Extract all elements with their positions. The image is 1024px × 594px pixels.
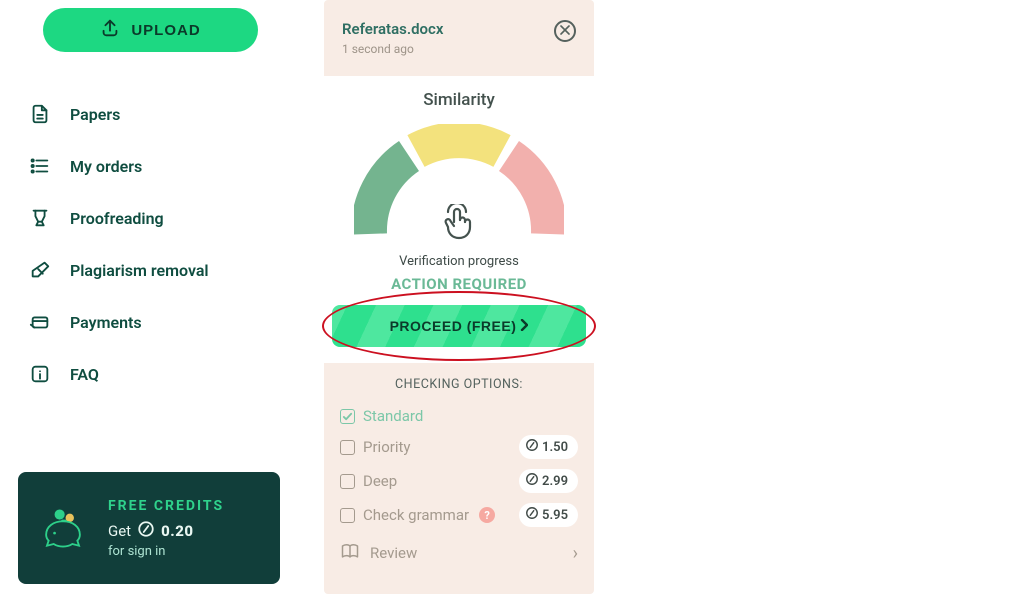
similarity-gauge [354, 124, 564, 240]
sidebar-item-label: FAQ [70, 365, 99, 384]
card-body: Similarity Verification progress ACTION … [324, 76, 594, 363]
free-credits-text: FREE CREDITS Get 0.20 for sign in [108, 498, 224, 559]
sidebar: UPLOAD Papers My orders [0, 0, 300, 594]
price-pill: 2.99 [519, 469, 578, 493]
coin-icon [525, 438, 539, 456]
card-header: Referatas.docx 1 second ago [324, 4, 594, 64]
free-credits-title: FREE CREDITS [108, 498, 224, 514]
option-label: Priority [363, 438, 410, 456]
option-label: Deep [363, 472, 397, 490]
proceed-label: PROCEED (FREE) [390, 318, 517, 334]
checkbox-icon [340, 440, 355, 455]
similarity-title: Similarity [324, 90, 594, 110]
info-icon [28, 362, 52, 386]
action-required-label: ACTION REQUIRED [324, 275, 594, 293]
sidebar-item-plagiarism-removal[interactable]: Plagiarism removal [24, 248, 282, 292]
list-icon [28, 154, 52, 178]
book-icon [340, 542, 360, 564]
upload-label: UPLOAD [131, 22, 200, 39]
price-pill: 5.95 [519, 503, 578, 527]
review-row[interactable]: Review › [340, 532, 578, 574]
help-icon[interactable]: ? [479, 507, 495, 523]
price-value: 5.95 [542, 508, 568, 523]
option-standard[interactable]: Standard [340, 402, 578, 430]
nav-list: Papers My orders Proofreading [18, 92, 282, 396]
sidebar-item-label: My orders [70, 157, 142, 176]
payments-icon [28, 310, 52, 334]
sidebar-item-label: Payments [70, 313, 142, 332]
checkbox-icon [340, 508, 355, 523]
verification-progress-label: Verification progress [324, 254, 594, 269]
highlighter-icon [28, 206, 52, 230]
free-credits-amount: 0.20 [161, 522, 193, 540]
price-pill: 1.50 [519, 435, 578, 459]
price-value: 1.50 [542, 440, 568, 455]
coin-icon [525, 506, 539, 524]
close-button[interactable] [554, 20, 576, 42]
option-label: Standard [363, 407, 423, 425]
upload-icon [99, 17, 121, 43]
coin-icon [137, 520, 155, 542]
sidebar-item-label: Papers [70, 105, 120, 124]
sidebar-item-papers[interactable]: Papers [24, 92, 282, 136]
price-value: 2.99 [542, 474, 568, 489]
file-name: Referatas.docx [342, 20, 443, 38]
coin-icon [525, 472, 539, 490]
proceed-wrap: PROCEED (FREE) [324, 305, 594, 347]
document-card: Referatas.docx 1 second ago Similarity [324, 0, 594, 594]
free-credits-get: Get [108, 522, 131, 540]
option-label: Check grammar [363, 506, 469, 524]
free-credits-sub: for sign in [108, 544, 224, 559]
checkbox-icon [340, 474, 355, 489]
close-icon [560, 24, 570, 38]
option-grammar[interactable]: Check grammar ? 5.95 [340, 498, 578, 532]
document-icon [28, 102, 52, 126]
sidebar-item-orders[interactable]: My orders [24, 144, 282, 188]
sidebar-item-payments[interactable]: Payments [24, 300, 282, 344]
file-timestamp: 1 second ago [342, 42, 443, 56]
checking-options: CHECKING OPTIONS: Standard Priority [324, 363, 594, 574]
piggy-bank-icon [36, 501, 90, 555]
option-deep[interactable]: Deep 2.99 [340, 464, 578, 498]
checking-options-title: CHECKING OPTIONS: [340, 377, 578, 392]
option-priority[interactable]: Priority 1.50 [340, 430, 578, 464]
sidebar-item-label: Plagiarism removal [70, 261, 209, 280]
free-credits-box[interactable]: FREE CREDITS Get 0.20 for sign in [18, 472, 280, 584]
sidebar-item-label: Proofreading [70, 209, 164, 228]
upload-button[interactable]: UPLOAD [43, 8, 258, 52]
proceed-button[interactable]: PROCEED (FREE) [332, 305, 586, 347]
chevron-right-icon: › [573, 543, 578, 564]
sidebar-item-faq[interactable]: FAQ [24, 352, 282, 396]
checkbox-checked-icon [340, 409, 355, 424]
review-label: Review [370, 544, 417, 562]
sidebar-item-proofreading[interactable]: Proofreading [24, 196, 282, 240]
tap-icon [442, 204, 476, 242]
eraser-icon [28, 258, 52, 282]
chevron-right-icon [520, 318, 528, 334]
